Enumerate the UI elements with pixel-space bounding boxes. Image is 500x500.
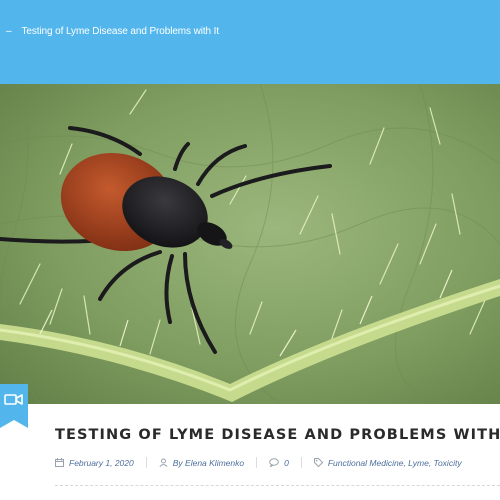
meta-divider [145,457,147,468]
breadcrumb-current[interactable]: Testing of Lyme Disease and Problems wit… [21,26,219,37]
tag-icon [313,458,323,467]
category-link[interactable]: Functional Medicine [328,458,404,468]
post-categories: Functional Medicine, Lyme, Toxicity [313,458,462,468]
calendar-icon [55,458,64,467]
comment-icon [269,458,279,467]
post-comments[interactable]: 0 [269,458,289,468]
post-format-badge [0,384,28,428]
tick-on-leaf-image [0,84,500,404]
post-meta: February 1, 2020 By Elena Klimenko 0 Fun… [55,457,500,468]
meta-separator-line [55,485,500,486]
category-link[interactable]: Toxicity [434,458,462,468]
comment-count[interactable]: 0 [284,458,289,468]
post-date: February 1, 2020 [55,458,134,468]
featured-image[interactable] [0,84,500,404]
video-camera-icon [0,384,28,428]
meta-divider [300,457,302,468]
breadcrumb: – Testing of Lyme Disease and Problems w… [6,26,219,37]
breadcrumb-separator: – [6,26,12,37]
post-author: By Elena Klimenko [159,458,244,468]
post-date-text[interactable]: February 1, 2020 [69,458,134,468]
author-prefix: By [172,457,183,468]
meta-divider [256,457,258,468]
post-title[interactable]: TESTING OF LYME DISEASE AND PROBLEMS WIT… [55,427,500,443]
user-icon [159,458,168,467]
page-header: – Testing of Lyme Disease and Problems w… [0,0,500,84]
category-link[interactable]: Lyme [408,458,429,468]
author-link[interactable]: Elena Klimenko [185,458,244,468]
